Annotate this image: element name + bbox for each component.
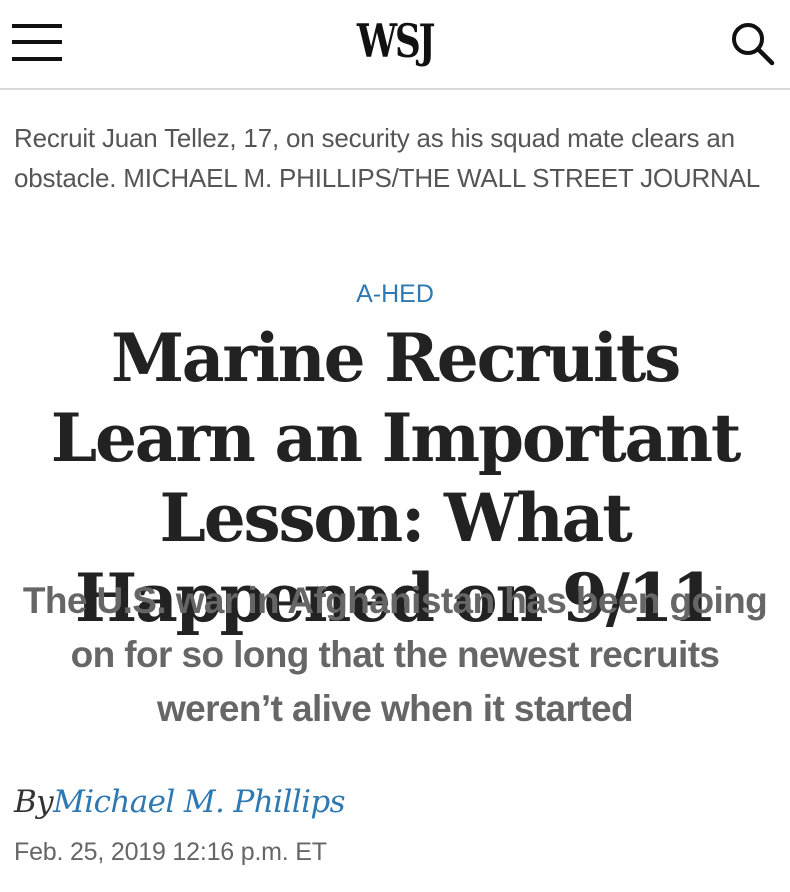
author-link[interactable]: Michael M. Phillips (53, 784, 345, 820)
photo-caption: Recruit Juan Tellez, 17, on security as … (14, 118, 774, 198)
wsj-logo[interactable]: WSJ (87, 14, 703, 68)
menu-bar-line (12, 57, 62, 61)
photo-credit: MICHAEL M. PHILLIPS/THE WALL STREET JOUR… (123, 163, 761, 193)
search-icon[interactable] (728, 18, 778, 68)
top-nav-bar: WSJ (0, 0, 790, 90)
menu-bar-line (12, 40, 62, 44)
article-dek: The U.S. war in Afghanistan has been goi… (22, 580, 768, 729)
section-flashline[interactable]: A-HED (0, 280, 790, 309)
menu-bar-line (12, 24, 62, 28)
publish-timestamp: Feb. 25, 2019 12:16 p.m. ET (14, 838, 327, 866)
byline: ByMichael M. Phillips (14, 784, 346, 820)
hamburger-menu-icon[interactable] (12, 20, 64, 66)
byline-prefix: By (14, 784, 54, 820)
search-icon-graphic (732, 23, 775, 66)
